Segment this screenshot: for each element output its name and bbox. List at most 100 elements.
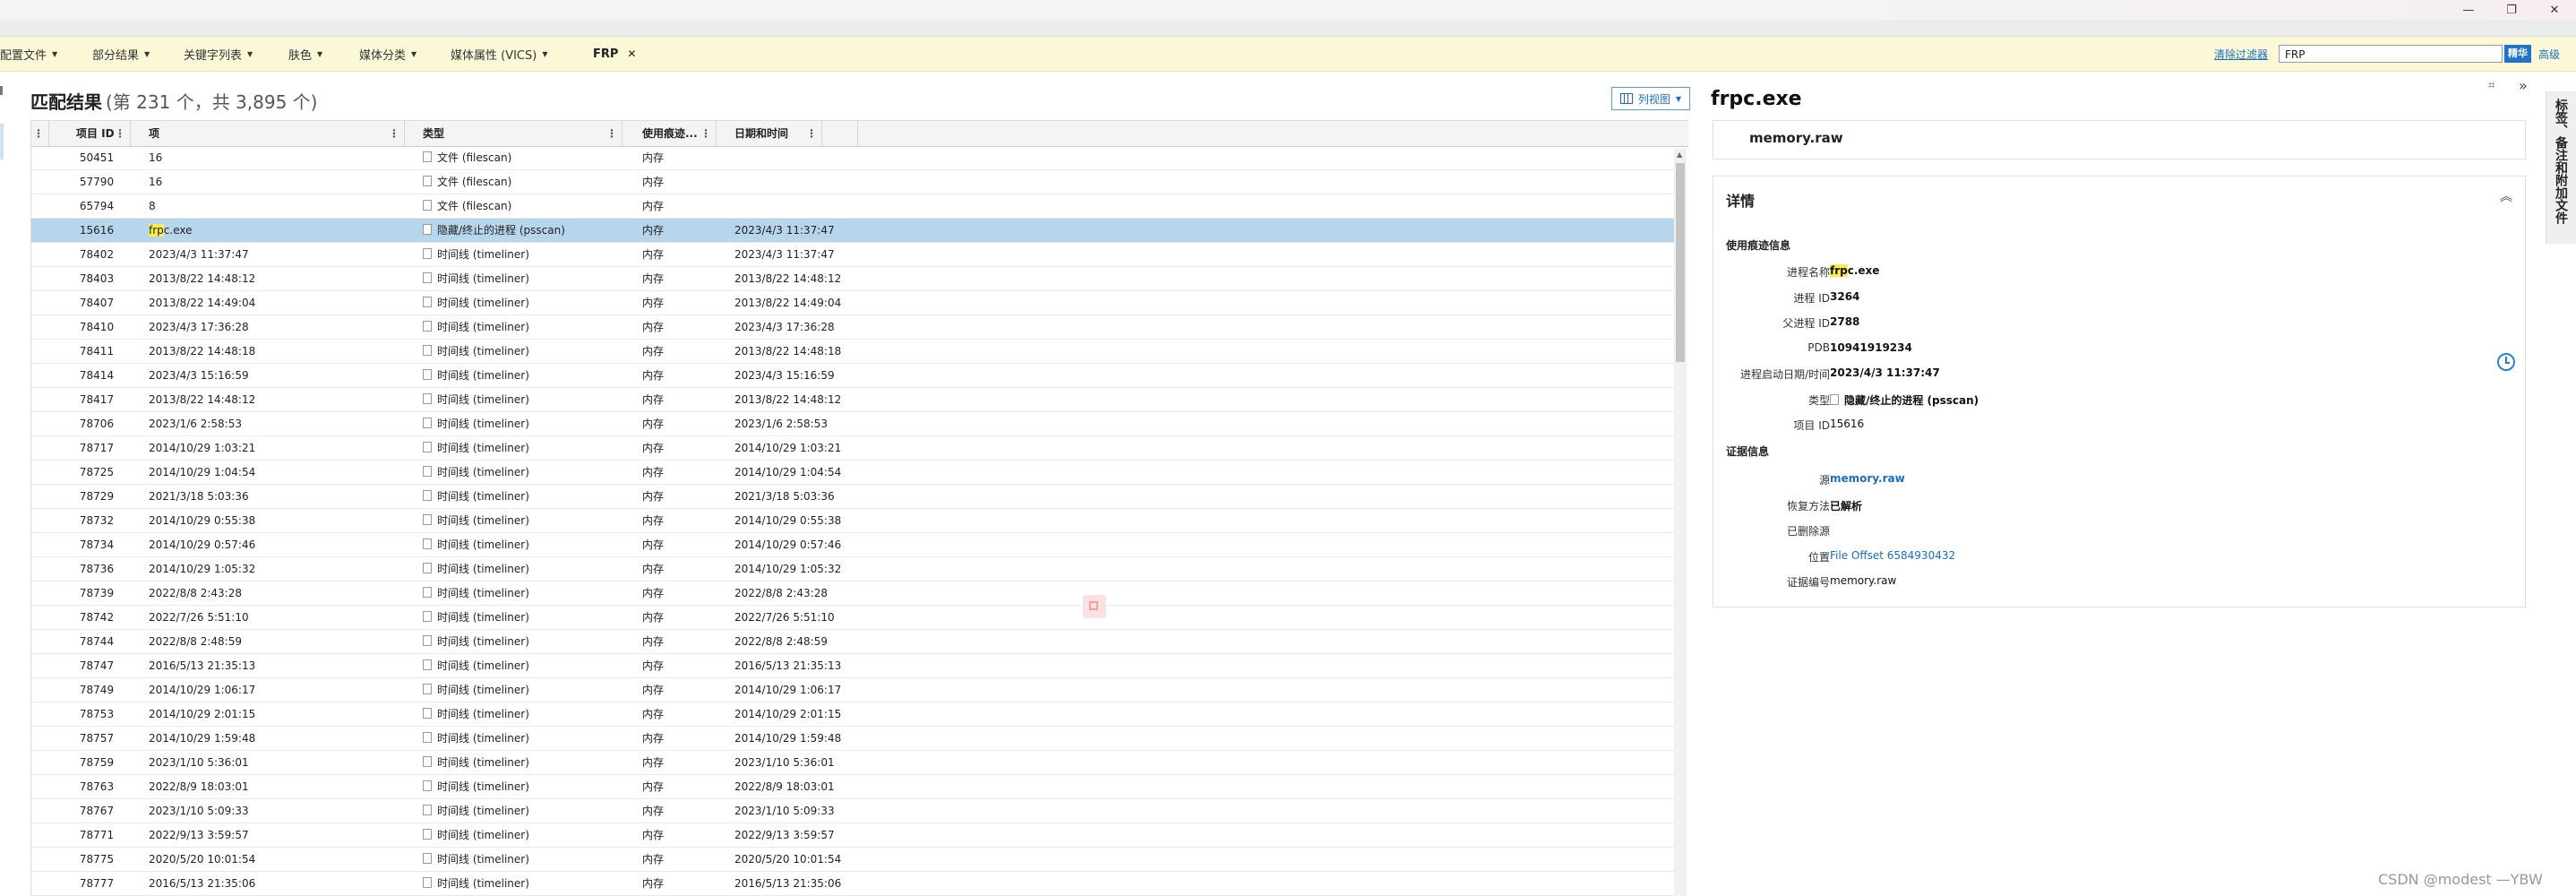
table-row[interactable]: 78749 2014/10/29 1:06:17 时间线 (timeliner) 内存…	[31, 678, 1679, 702]
table-row[interactable]: 78410 2023/4/3 17:36:28 时间线 (timeliner) 内存 2…	[31, 315, 1679, 340]
column-view-button[interactable]: 列视图 ▼	[1611, 87, 1690, 110]
table-row[interactable]: 78414 2023/4/3 15:16:59 时间线 (timeliner) 内存 2…	[31, 364, 1679, 388]
table-row[interactable]: 78744 2022/8/8 2:48:59 时间线 (timeliner) 内存 20…	[31, 630, 1679, 654]
filter-menu-media-attr[interactable]: 媒体属性 (VICS) ▼	[451, 37, 548, 71]
table-row[interactable]: 78732 2014/10/29 0:55:38 时间线 (timeliner) 内存…	[31, 509, 1679, 533]
cell-text: 时间线 (timeliner)	[437, 853, 529, 866]
column-view-label: 列视图	[1637, 92, 1670, 106]
cell-text: 2014/10/29 1:03:21	[149, 442, 256, 454]
minimize-icon[interactable]: —	[2447, 0, 2490, 20]
cell-date: 2022/8/9 18:03:01	[734, 780, 835, 793]
side-tab-tags[interactable]: 标签、备注和附加文件	[2546, 91, 2576, 244]
scroll-up-icon[interactable]: ▲	[1677, 151, 1682, 159]
clock-icon[interactable]	[2497, 353, 2515, 371]
filter-tag-frp[interactable]: FRP ✕	[593, 37, 636, 71]
column-header-item[interactable]: 项 ⋮	[131, 121, 405, 146]
value-text: 15616	[1830, 418, 1865, 430]
table-row[interactable]: 78775 2020/5/20 10:01:54 时间线 (timeliner) 内存…	[31, 848, 1679, 872]
cell-id: 78706	[31, 412, 132, 435]
cell-text: 2013/8/22 14:48:12	[149, 393, 256, 406]
cell-text: 78717	[79, 442, 115, 454]
table-row[interactable]: 78403 2013/8/22 14:48:12 时间线 (timeliner) 内存…	[31, 267, 1679, 291]
table-row[interactable]: 15616 frpc.exe 隐藏/终止的进程 (psscan) 内存 2023/4/3…	[31, 219, 1679, 243]
restore-icon[interactable]: ❐	[2490, 0, 2533, 20]
table-row[interactable]: 78763 2022/8/9 18:03:01 时间线 (timeliner) 内存 2…	[31, 775, 1679, 799]
clear-filters-link[interactable]: 清除过滤器	[2214, 37, 2268, 71]
row-menu-header[interactable]: ⋮	[31, 121, 49, 146]
cell-trace: 内存	[642, 780, 665, 793]
filter-menu-media-category[interactable]: 媒体分类 ▼	[359, 37, 416, 71]
cell-text: 78411	[79, 345, 115, 358]
table-row[interactable]: 78767 2023/1/10 5:09:33 时间线 (timeliner) 内存 2…	[31, 799, 1679, 823]
table-row[interactable]: 78739 2022/8/8 2:43:28 时间线 (timeliner) 内存 20…	[31, 582, 1679, 606]
table-row[interactable]: 78411 2013/8/22 14:48:18 时间线 (timeliner) 内存…	[31, 340, 1679, 364]
cell-trace: 内存	[642, 538, 665, 551]
table-row[interactable]: 78753 2014/10/29 2:01:15 时间线 (timeliner) 内存…	[31, 702, 1679, 727]
more-icon[interactable]: ⋮	[700, 121, 711, 146]
chevron-up-icon[interactable]: ︽	[2500, 187, 2512, 205]
table-row[interactable]: 78771 2022/9/13 3:59:57 时间线 (timeliner) 内存 2…	[31, 823, 1679, 848]
cell-trace: 内存	[642, 345, 665, 358]
filter-menu-skin[interactable]: 肤色 ▼	[288, 37, 322, 71]
table-row[interactable]: 78742 2022/7/26 5:51:10 时间线 (timeliner) 内存 2…	[31, 606, 1679, 630]
more-icon[interactable]: ⋮	[389, 121, 399, 146]
column-header-type[interactable]: 类型 ⋮	[405, 121, 623, 146]
filter-menu-profile[interactable]: 配置文件 ▼	[0, 37, 57, 71]
table-row[interactable]: 78759 2023/1/10 5:36:01 时间线 (timeliner) 内存 2…	[31, 751, 1679, 775]
table-row[interactable]: 78417 2013/8/22 14:48:12 时间线 (timeliner) 内存…	[31, 388, 1679, 412]
cell-text: 8	[149, 200, 156, 212]
more-icon[interactable]: ⋮	[115, 121, 125, 146]
table-row[interactable]: 78725 2014/10/29 1:04:54 时间线 (timeliner) 内存…	[31, 461, 1679, 485]
cell-item: 16	[149, 146, 435, 169]
column-header-date[interactable]: 日期和时间 ⋮	[717, 121, 822, 146]
table-row[interactable]: 65794 8 文件 (filescan) 内存	[31, 194, 1679, 219]
cell-trace: 内存	[642, 151, 665, 164]
close-icon[interactable]: ✕	[627, 47, 636, 60]
filter-menu-partial[interactable]: 部分结果 ▼	[92, 37, 150, 71]
field-value[interactable]: File Offset 6584930432	[1830, 549, 1955, 562]
cell-id: 78411	[31, 340, 132, 363]
overlay-icon	[1083, 595, 1106, 618]
table-row[interactable]: 50451 16 文件 (filescan) 内存	[31, 146, 1679, 170]
more-icon[interactable]: ⋮	[606, 121, 617, 146]
table-row[interactable]: 78777 2016/5/13 21:35:06 时间线 (timeliner) 内存…	[31, 872, 1679, 896]
column-header-trace[interactable]: 使用痕迹... ⋮	[623, 121, 717, 146]
exact-match-button[interactable]: 精华	[2504, 45, 2531, 63]
column-header-id[interactable]: 项目 ID ⋮	[49, 121, 131, 146]
pin-icon[interactable]: ⌗	[2488, 79, 2494, 92]
grid-scrollbar[interactable]: ▲	[1674, 149, 1687, 896]
table-row[interactable]: 78729 2021/3/18 5:03:36 时间线 (timeliner) 内存 2…	[31, 485, 1679, 509]
table-row[interactable]: 78402 2023/4/3 11:37:47 时间线 (timeliner) 内存 2…	[31, 243, 1679, 267]
chevron-down-icon: ▼	[1675, 94, 1682, 103]
table-row[interactable]: 78407 2013/8/22 14:49:04 时间线 (timeliner) 内存…	[31, 291, 1679, 315]
more-icon[interactable]: ⋮	[806, 121, 817, 146]
cell-text: 时间线 (timeliner)	[437, 297, 529, 309]
detail-field: 类型 隐藏/终止的进程 (psscan)	[1713, 392, 2525, 412]
table-row[interactable]: 78757 2014/10/29 1:59:48 时间线 (timeliner) 内存…	[31, 727, 1679, 751]
scrollbar-thumb[interactable]	[1676, 163, 1685, 362]
cell-id: 78767	[31, 799, 132, 823]
cell-date	[734, 170, 878, 194]
cell-text: 2014/10/29 0:55:38	[149, 514, 256, 527]
cell-text: 2014/10/29 0:57:46	[149, 538, 256, 551]
cell-item: frpc.exe	[149, 219, 435, 242]
table-row[interactable]: 78717 2014/10/29 1:03:21 时间线 (timeliner) 内存…	[31, 436, 1679, 461]
collapse-panel-icon[interactable]: »	[2519, 77, 2528, 94]
cell-text: 78757	[79, 732, 115, 745]
table-row[interactable]: 78747 2016/5/13 21:35:13 时间线 (timeliner) 内存…	[31, 654, 1679, 678]
detail-field: 已删除源	[1713, 523, 2525, 543]
cell-text: 时间线 (timeliner)	[437, 635, 529, 648]
advanced-link[interactable]: 高级	[2538, 37, 2560, 71]
cell-id: 78739	[31, 582, 132, 605]
filter-menu-keywords[interactable]: 关键字列表 ▼	[184, 37, 253, 71]
table-row[interactable]: 78734 2014/10/29 0:57:46 时间线 (timeliner) 内存…	[31, 533, 1679, 557]
more-icon[interactable]: ⋮	[33, 121, 44, 146]
search-input[interactable]: FRP	[2279, 45, 2503, 63]
close-icon[interactable]: ✕	[2533, 0, 2576, 20]
table-row[interactable]: 78706 2023/1/6 2:58:53 时间线 (timeliner) 内存 20…	[31, 412, 1679, 436]
table-row[interactable]: 57790 16 文件 (filescan) 内存	[31, 170, 1679, 194]
table-row[interactable]: 78736 2014/10/29 1:05:32 时间线 (timeliner) 内存…	[31, 557, 1679, 582]
cell-trace: 内存	[642, 442, 665, 454]
field-value[interactable]: memory.raw	[1830, 472, 1905, 485]
cell-date	[734, 146, 878, 169]
